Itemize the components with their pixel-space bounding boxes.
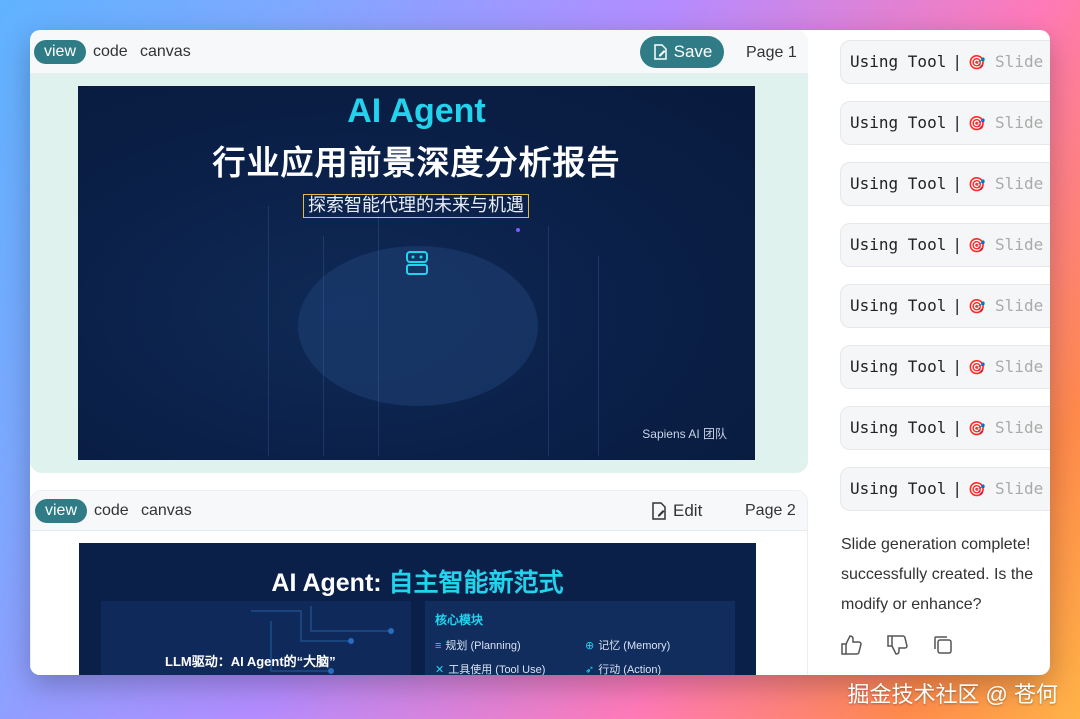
edit-button[interactable]: Edit xyxy=(651,497,711,525)
slide-card-header: view code canvas Edit Page 2 xyxy=(31,491,807,531)
slide-card-header: view code canvas Save Page 1 xyxy=(30,30,808,74)
robot-icon xyxy=(406,251,428,275)
copy-icon[interactable] xyxy=(932,634,954,656)
target-icon: 🎯 xyxy=(967,55,986,71)
page-label: Page 2 xyxy=(745,502,796,519)
module-item: ≡ 规划 (Planning) xyxy=(435,640,521,652)
message-actions xyxy=(840,634,954,656)
edit-icon xyxy=(652,502,666,520)
slide-title-en: AI Agent xyxy=(347,92,486,130)
slide-title-zh: 行业应用前景深度分析报告 xyxy=(212,144,621,181)
target-icon: 🎯 xyxy=(967,421,986,437)
chat-panel: Using Tool | 🎯 Slide Using Tool | 🎯 Slide Us… xyxy=(840,30,1050,675)
tool-call-chip[interactable]: Using Tool | 🎯 Slide xyxy=(840,467,1050,511)
slide-subtitle[interactable]: 探索智能代理的未来与机遇 xyxy=(303,194,529,218)
slide-footer: Sapiens AI 团队 xyxy=(642,427,727,441)
module-item: ✕ 工具使用 (Tool Use) xyxy=(435,664,546,675)
save-label: Save xyxy=(673,42,713,61)
core-modules-title: 核心模块 xyxy=(435,613,484,627)
module-item: ⊕ 记忆 (Memory) xyxy=(585,640,671,652)
edit-label: Edit xyxy=(673,501,703,520)
slide-preview-2[interactable]: AI Agent: 自主智能新范式 LLM驱动：AI Agent的“大脑” 核心… xyxy=(79,543,756,675)
target-icon: 🎯 xyxy=(967,116,986,132)
page-label: Page 1 xyxy=(746,44,797,61)
slide-card-2: view code canvas Edit Page 2 AI Agent: 自… xyxy=(30,490,808,675)
thumbs-up-icon[interactable] xyxy=(840,634,862,656)
tab-canvas[interactable]: canvas xyxy=(141,499,192,523)
tool-call-chip[interactable]: Using Tool | 🎯 Slide xyxy=(840,406,1050,450)
save-button[interactable]: Save xyxy=(640,36,724,68)
app-window: view code canvas Save Page 1 AI Agent 行业… xyxy=(30,30,1050,675)
tab-view[interactable]: view xyxy=(35,499,88,523)
tool-call-chip[interactable]: Using Tool | 🎯 Slide xyxy=(840,345,1050,389)
core-modules-panel: 核心模块 ≡ 规划 (Planning) ⊕ 记忆 (Memory) ✕ 工具使用 (… xyxy=(425,601,735,675)
target-icon: 🎯 xyxy=(967,238,986,254)
tool-call-chip[interactable]: Using Tool | 🎯 Slide xyxy=(840,223,1050,267)
tab-code[interactable]: code xyxy=(94,499,129,523)
tab-canvas[interactable]: canvas xyxy=(140,40,191,64)
save-icon xyxy=(653,44,667,60)
tool-call-chip[interactable]: Using Tool | 🎯 Slide xyxy=(840,40,1050,84)
thumbs-down-icon[interactable] xyxy=(886,634,908,656)
decor-dot xyxy=(516,228,520,232)
target-icon: 🎯 xyxy=(967,360,986,376)
slide-preview-1[interactable]: AI Agent 行业应用前景深度分析报告 探索智能代理的未来与机遇 Sapie… xyxy=(78,86,755,460)
tab-view[interactable]: view xyxy=(34,40,87,64)
target-icon: 🎯 xyxy=(967,299,986,315)
slide-left-label: LLM驱动：AI Agent的“大脑” xyxy=(165,654,336,669)
slide-left-panel: LLM驱动：AI Agent的“大脑” xyxy=(101,601,411,675)
slide-card-1: view code canvas Save Page 1 AI Agent 行业… xyxy=(30,30,808,473)
target-icon: 🎯 xyxy=(967,177,986,193)
tool-call-chip[interactable]: Using Tool | 🎯 Slide xyxy=(840,101,1050,145)
tool-call-chip[interactable]: Using Tool | 🎯 Slide xyxy=(840,162,1050,206)
target-icon: 🎯 xyxy=(967,482,986,498)
slide-title: AI Agent: 自主智能新范式 xyxy=(271,569,564,597)
module-item: ➶ 行动 (Action) xyxy=(585,664,662,675)
slides-panel: view code canvas Save Page 1 AI Agent 行业… xyxy=(30,30,810,675)
tool-call-chip[interactable]: Using Tool | 🎯 Slide xyxy=(840,284,1050,328)
watermark: 掘金技术社区 @ 苍何 xyxy=(847,682,1058,707)
tab-code[interactable]: code xyxy=(93,40,128,64)
assistant-message: Slide generation complete! successfully … xyxy=(841,536,1034,613)
